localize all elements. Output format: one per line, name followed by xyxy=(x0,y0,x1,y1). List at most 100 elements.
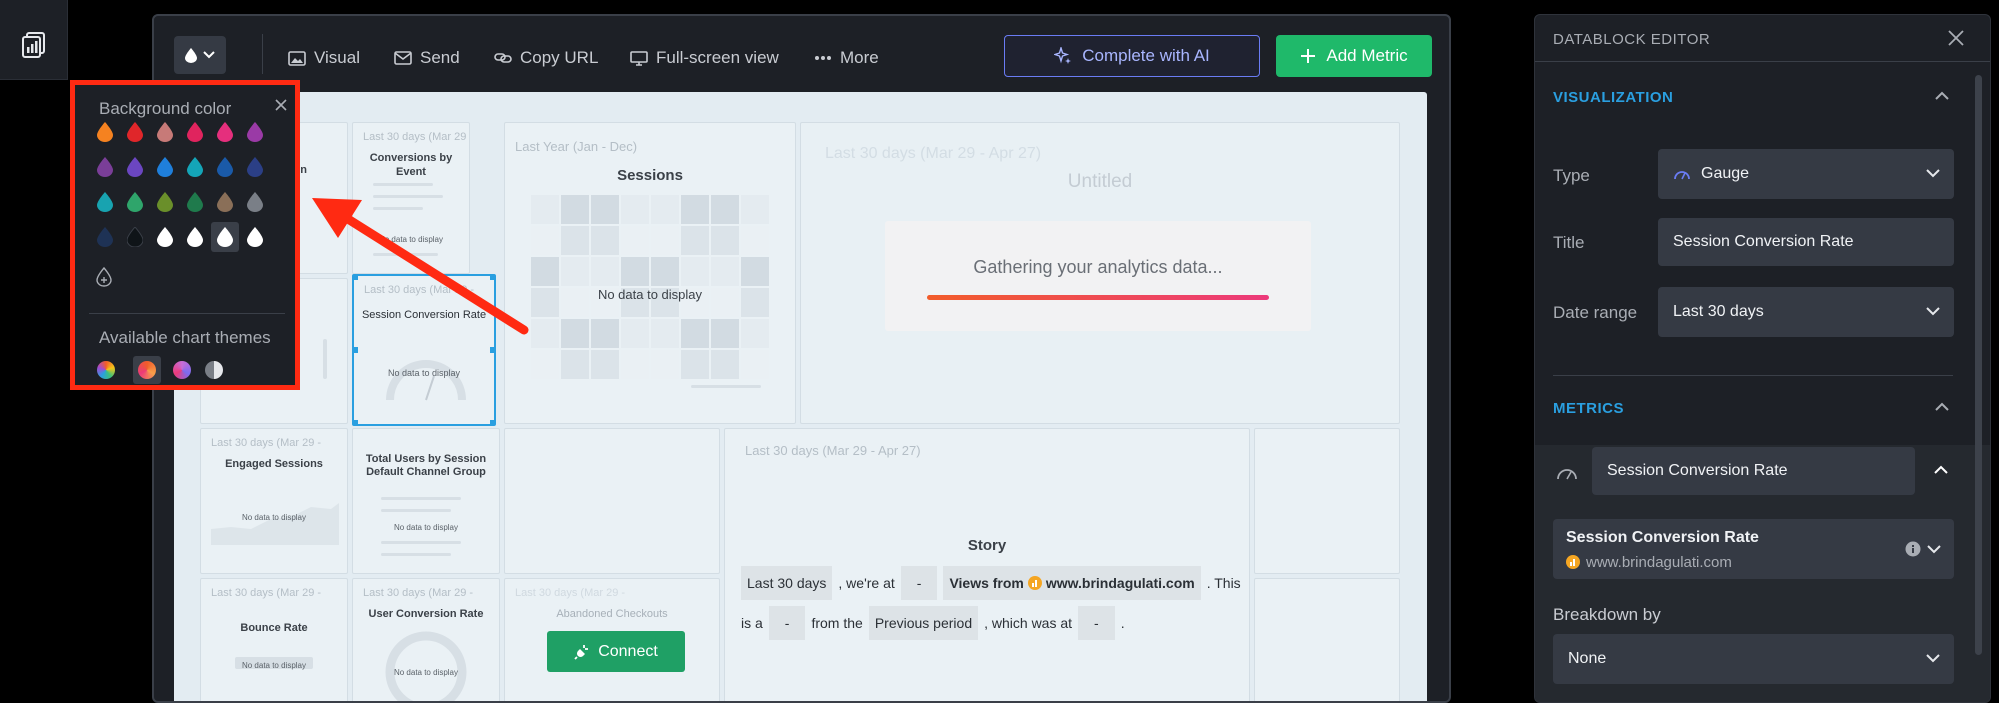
chevron-up-icon[interactable] xyxy=(1935,402,1949,411)
mail-icon xyxy=(394,51,412,65)
theme-sunset[interactable] xyxy=(138,361,156,379)
no-data-text: No data to display xyxy=(393,523,459,532)
color-swatch-4[interactable] xyxy=(187,122,203,142)
widget-empty[interactable] xyxy=(504,428,720,574)
theme-violet[interactable] xyxy=(173,361,191,379)
section-metrics[interactable]: METRICS xyxy=(1553,400,1624,417)
widget-date: Last 30 days (Mar 29 - Apr 27) xyxy=(825,145,1042,162)
visual-label: Visual xyxy=(314,48,360,67)
heatmap-cell xyxy=(621,226,649,255)
divider xyxy=(89,313,285,314)
chevron-down-icon[interactable] xyxy=(1927,545,1941,554)
color-swatch-3[interactable] xyxy=(157,122,173,142)
widget-empty[interactable] xyxy=(1254,428,1400,574)
color-swatch-7[interactable] xyxy=(97,157,113,177)
color-swatch-23[interactable] xyxy=(217,227,233,247)
color-swatch-12[interactable] xyxy=(247,157,263,177)
color-swatch-8[interactable] xyxy=(127,157,143,177)
color-swatch-14[interactable] xyxy=(127,192,143,212)
placeholder-line xyxy=(381,553,451,556)
droplet-icon xyxy=(185,47,197,63)
date-range-label: Date range xyxy=(1553,303,1638,322)
color-swatch-18[interactable] xyxy=(247,192,263,212)
metric-source-card[interactable]: Session Conversion Rate www.brindagulati… xyxy=(1553,519,1954,579)
chevron-up-icon[interactable] xyxy=(1934,465,1948,474)
breakdown-select[interactable]: None xyxy=(1553,634,1954,684)
heatmap-cell xyxy=(561,319,589,348)
widget-user-conversion-rate[interactable]: Last 30 days (Mar 29 - User Conversion R… xyxy=(352,578,500,701)
heatmap-cell xyxy=(561,257,589,286)
story-chip-views[interactable]: Views from www.brindagulati.com xyxy=(943,566,1201,600)
color-swatch-16[interactable] xyxy=(187,192,203,212)
visual-button[interactable]: Visual xyxy=(288,46,360,70)
send-button[interactable]: Send xyxy=(394,46,460,70)
heatmap-cell xyxy=(591,257,619,286)
fullscreen-button[interactable]: Full-screen view xyxy=(630,46,779,70)
widget-date: Last 30 days (Mar 29 - xyxy=(211,587,322,599)
widget-title: Total Users by Session Default Channel G… xyxy=(365,453,487,478)
color-swatch-11[interactable] xyxy=(217,157,233,177)
close-icon[interactable] xyxy=(1948,30,1964,46)
story-chip-value[interactable]: - xyxy=(900,566,938,600)
widget-bounce-rate[interactable]: Last 30 days (Mar 29 - Bounce Rate No da… xyxy=(200,578,348,701)
story-chip-period[interactable]: Last 30 days xyxy=(741,566,833,600)
custom-color-icon[interactable] xyxy=(96,267,112,287)
color-swatch-15[interactable] xyxy=(157,192,173,212)
gauge-icon xyxy=(1674,171,1690,180)
widget-untitled[interactable]: Last 30 days (Mar 29 - Apr 27) Untitled … xyxy=(800,122,1400,424)
more-button[interactable]: More xyxy=(814,46,879,70)
info-icon[interactable] xyxy=(1905,541,1921,557)
color-swatch-22[interactable] xyxy=(187,227,203,247)
color-swatch-1[interactable] xyxy=(97,122,113,142)
add-metric-button[interactable]: Add Metric xyxy=(1276,35,1432,77)
story-chip-previous-period[interactable]: Previous period xyxy=(868,606,979,640)
loading-text: Gathering your analytics data... xyxy=(973,257,1223,277)
color-swatch-9[interactable] xyxy=(157,157,173,177)
color-swatch-6[interactable] xyxy=(247,122,263,142)
connect-button[interactable]: Connect xyxy=(547,631,685,672)
heatmap-cell xyxy=(681,319,709,348)
heatmap-cell xyxy=(741,195,769,224)
analytics-logo-icon xyxy=(1027,576,1042,590)
color-swatch-19[interactable] xyxy=(97,227,113,247)
type-select[interactable]: Gauge xyxy=(1658,149,1954,199)
chevron-up-icon[interactable] xyxy=(1935,91,1949,100)
widget-total-users-by-channel[interactable]: Total Users by Session Default Channel G… xyxy=(352,428,500,574)
widget-engaged-sessions[interactable]: Last 30 days (Mar 29 - Engaged Sessions … xyxy=(200,428,348,574)
color-swatch-13[interactable] xyxy=(97,192,113,212)
color-swatch-24[interactable] xyxy=(247,227,263,247)
heatmap-cell xyxy=(621,319,649,348)
color-swatch-17[interactable] xyxy=(217,192,233,212)
section-visualization[interactable]: VISUALIZATION xyxy=(1553,89,1673,106)
left-rail xyxy=(0,0,68,80)
story-chip-change[interactable]: - xyxy=(768,606,806,640)
title-input[interactable]: Session Conversion Rate xyxy=(1658,218,1954,266)
heatmap-cell xyxy=(711,257,739,286)
background-color-popover: Background color Available chart themes xyxy=(70,80,300,390)
heatmap-cell xyxy=(591,319,619,348)
widget-empty[interactable] xyxy=(1254,578,1400,701)
color-swatch-20[interactable] xyxy=(127,227,143,247)
theme-rainbow[interactable] xyxy=(97,361,115,379)
background-color-button[interactable] xyxy=(174,36,226,74)
theme-grayscale[interactable] xyxy=(205,361,223,379)
color-swatch-5[interactable] xyxy=(217,122,233,142)
resize-handle[interactable] xyxy=(354,420,358,424)
color-swatch-10[interactable] xyxy=(187,157,203,177)
widget-date: Last 30 days (Mar 29 - Apr 27) xyxy=(745,443,921,458)
date-range-select[interactable]: Last 30 days xyxy=(1658,287,1954,337)
widget-story[interactable]: Last 30 days (Mar 29 - Apr 27) Story Las… xyxy=(724,428,1250,701)
color-swatch-2[interactable] xyxy=(127,122,143,142)
metric-name-input[interactable]: Session Conversion Rate xyxy=(1592,447,1915,495)
resize-handle[interactable] xyxy=(490,420,494,424)
complete-with-ai-button[interactable]: Complete with AI xyxy=(1004,35,1260,77)
dashboard-icon[interactable] xyxy=(20,32,48,58)
copy-url-button[interactable]: Copy URL xyxy=(494,46,598,70)
panel-scrollbar[interactable] xyxy=(1975,75,1982,655)
widget-abandoned-checkouts[interactable]: Last 30 days (Mar 29 - Abandoned Checkou… xyxy=(504,578,720,701)
widget-sessions[interactable]: Last Year (Jan - Dec) Sessions No data t… xyxy=(504,122,796,424)
widget-title: Sessions xyxy=(617,167,683,184)
story-chip-previous-value[interactable]: - xyxy=(1078,606,1115,640)
color-swatch-21[interactable] xyxy=(157,227,173,247)
add-metric-label: Add Metric xyxy=(1326,46,1408,65)
